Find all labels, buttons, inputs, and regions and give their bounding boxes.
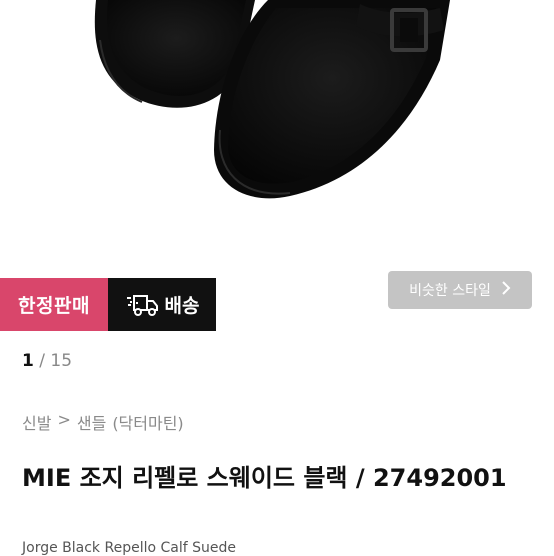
- truck-fast-icon: [125, 293, 159, 317]
- image-counter-total: 15: [50, 351, 73, 371]
- image-counter-separator: /: [39, 351, 45, 371]
- product-image[interactable]: [0, 0, 554, 262]
- similar-style-label: 비슷한 스타일: [409, 283, 491, 299]
- limited-sale-badge: 한정판매: [0, 278, 108, 331]
- breadcrumb-brand[interactable]: (닥터마틴): [112, 410, 183, 434]
- black-suede-clog-shoes: [94, 0, 450, 199]
- delivery-badge: 배송: [108, 278, 216, 331]
- breadcrumb-subcategory[interactable]: 샌들: [77, 410, 106, 434]
- breadcrumb: 신발 > 샌들 (닥터마틴): [22, 410, 184, 434]
- similar-style-button[interactable]: 비슷한 스타일: [388, 271, 532, 309]
- limited-sale-label: 한정판매: [18, 295, 90, 317]
- delivery-label: 배송: [164, 295, 200, 317]
- image-counter-current: 1: [22, 351, 34, 371]
- breadcrumb-category[interactable]: 신발: [22, 410, 51, 434]
- chevron-right-icon: [501, 281, 511, 299]
- image-counter: 1 / 15: [22, 351, 72, 371]
- product-title: MIE 조지 리펠로 스웨이드 블랙 / 27492001: [22, 464, 507, 492]
- breadcrumb-separator: >: [57, 410, 71, 429]
